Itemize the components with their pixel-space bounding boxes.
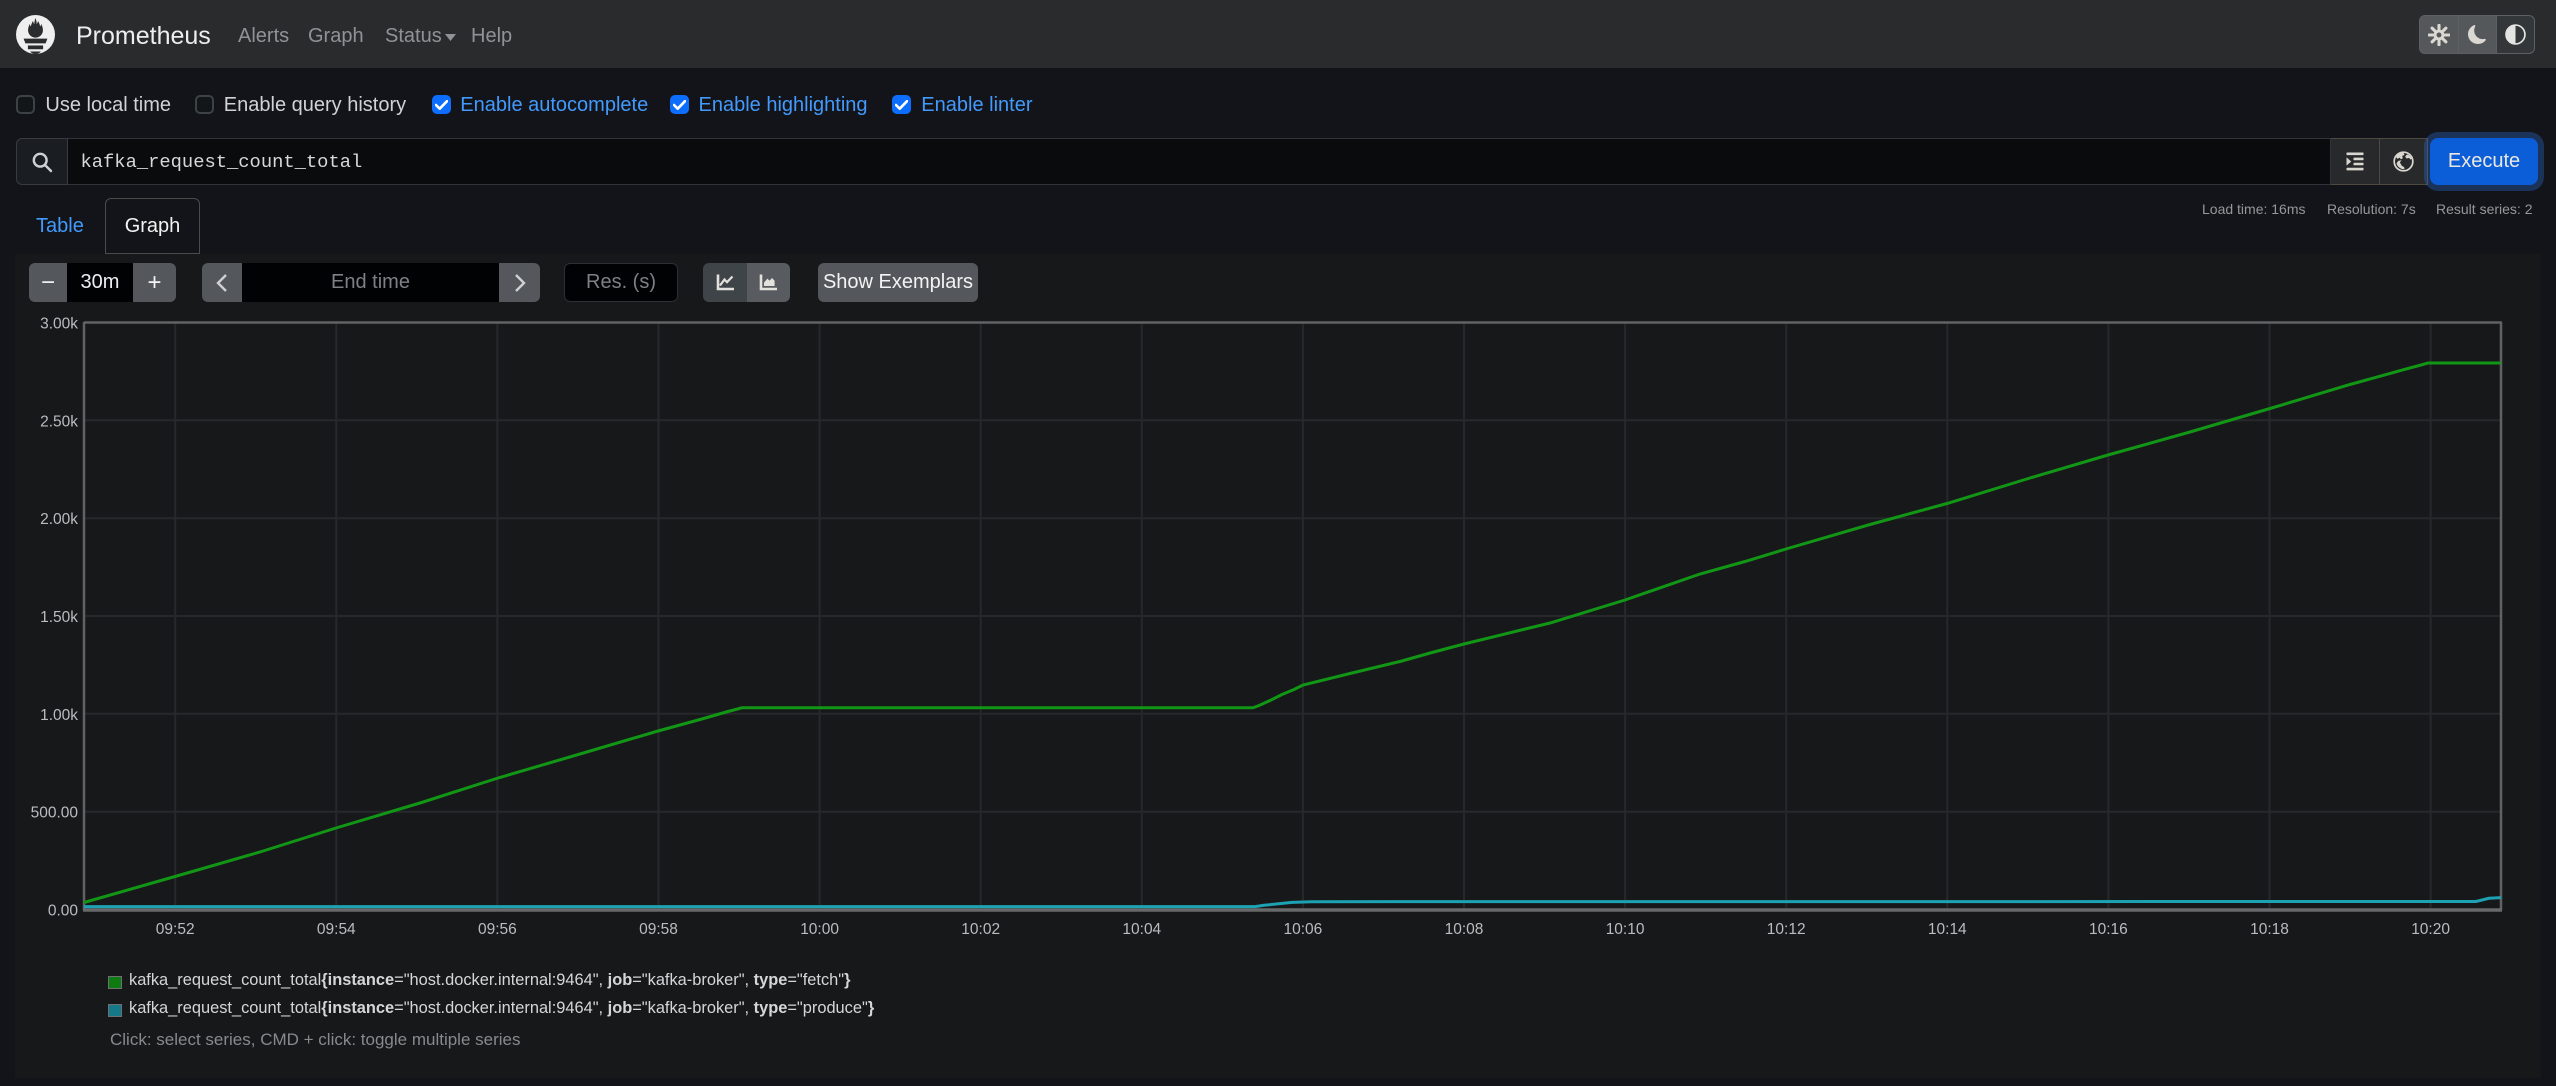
svg-text:3.00k: 3.00k	[40, 316, 78, 333]
svg-text:10:14: 10:14	[1928, 921, 1967, 938]
svg-text:10:20: 10:20	[2411, 921, 2450, 938]
svg-text:2.50k: 2.50k	[40, 413, 78, 430]
svg-text:10:06: 10:06	[1284, 921, 1323, 938]
svg-text:1.50k: 1.50k	[40, 609, 78, 626]
svg-text:10:02: 10:02	[961, 921, 1000, 938]
svg-text:0.00: 0.00	[48, 903, 79, 920]
svg-text:500.00: 500.00	[31, 805, 79, 822]
svg-text:10:12: 10:12	[1767, 921, 1806, 938]
svg-text:10:04: 10:04	[1122, 921, 1161, 938]
svg-text:10:16: 10:16	[2089, 921, 2128, 938]
svg-text:10:18: 10:18	[2250, 921, 2289, 938]
svg-text:10:10: 10:10	[1606, 921, 1645, 938]
svg-text:10:08: 10:08	[1445, 921, 1484, 938]
svg-text:2.00k: 2.00k	[40, 511, 78, 528]
svg-text:10:00: 10:00	[800, 921, 839, 938]
svg-text:09:52: 09:52	[156, 921, 195, 938]
svg-text:1.00k: 1.00k	[40, 707, 78, 724]
svg-text:09:56: 09:56	[478, 921, 517, 938]
svg-text:09:54: 09:54	[317, 921, 356, 938]
svg-text:09:58: 09:58	[639, 921, 678, 938]
